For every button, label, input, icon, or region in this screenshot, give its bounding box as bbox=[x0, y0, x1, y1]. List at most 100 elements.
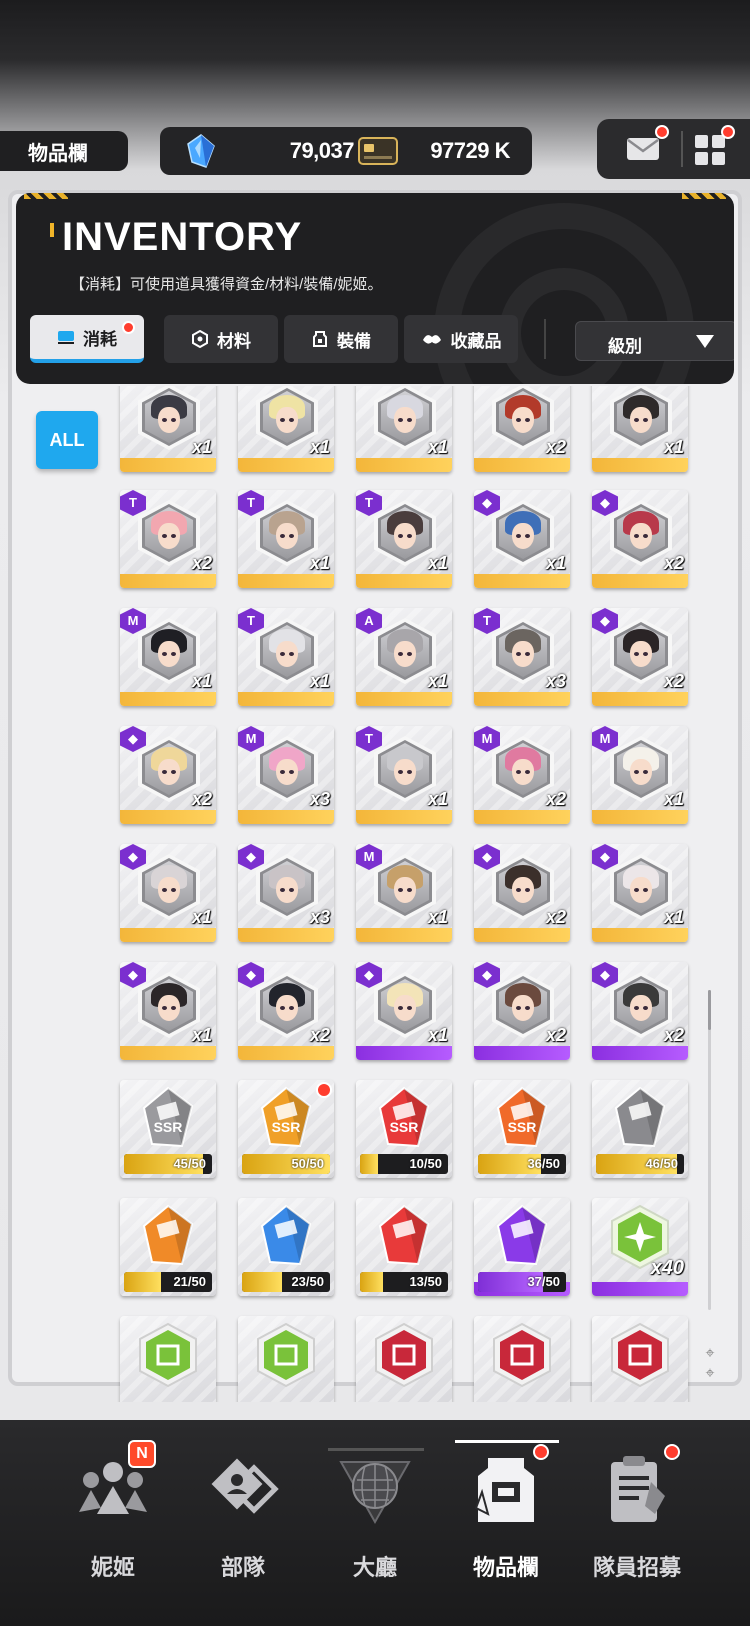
portrait-frame bbox=[492, 736, 554, 802]
portrait-item[interactable]: ◆ x2 bbox=[592, 608, 688, 706]
portrait-eye bbox=[162, 1006, 167, 1010]
rarity-bar bbox=[356, 692, 452, 706]
portrait-eye bbox=[171, 418, 176, 422]
portrait-item[interactable]: Tx1 bbox=[238, 490, 334, 588]
portrait-eye bbox=[516, 652, 521, 656]
portrait-item[interactable]: Mx2 bbox=[474, 726, 570, 824]
portrait-item[interactable]: ◆ x1 bbox=[592, 844, 688, 942]
portrait-item[interactable]: ◆ x2 bbox=[474, 844, 570, 942]
portrait-face bbox=[276, 995, 298, 1021]
item-quantity: x1 bbox=[191, 1025, 212, 1045]
portrait-item[interactable]: ◆ x2 bbox=[238, 962, 334, 1060]
top-bar: 物品欄 79,037 + 97729 K bbox=[0, 0, 750, 190]
portrait-item[interactable]: Mx1 bbox=[592, 726, 688, 824]
nav-lobby[interactable]: 大廳 bbox=[310, 1440, 440, 1580]
portrait-eye bbox=[280, 652, 285, 656]
scrollbar-track[interactable] bbox=[708, 990, 711, 1310]
portrait-item[interactable]: ◆ x1 bbox=[474, 490, 570, 588]
portrait-item[interactable]: ◆ x3 bbox=[238, 844, 334, 942]
portrait-face bbox=[630, 759, 652, 785]
portrait-eye bbox=[516, 770, 521, 774]
portrait-item[interactable]: ◆ x1 bbox=[120, 962, 216, 1060]
rarity-bar bbox=[238, 810, 334, 824]
item-quantity: x2 bbox=[309, 1025, 330, 1045]
fragment-progress-bar: 50/50 bbox=[242, 1154, 330, 1174]
fragment-item[interactable]: SSR 36/50 bbox=[474, 1080, 570, 1178]
fragment-item[interactable]: SSR 50/50 bbox=[238, 1080, 334, 1178]
rarity-bar bbox=[592, 1046, 688, 1060]
fragment-item[interactable]: 46/50 bbox=[592, 1080, 688, 1178]
nav-label: 大廳 bbox=[352, 1555, 397, 1580]
portrait-item[interactable]: x1 bbox=[356, 386, 452, 472]
fragment-item[interactable]: 21/50 bbox=[120, 1198, 216, 1296]
portrait-item[interactable]: Ax1 bbox=[356, 608, 452, 706]
portrait-item[interactable]: ◆ x1 bbox=[120, 844, 216, 942]
portrait-eye bbox=[162, 652, 167, 656]
fragment-item[interactable]: 13/50 bbox=[356, 1198, 452, 1296]
nav-recruit[interactable]: 隊員招募 bbox=[572, 1440, 702, 1580]
portrait-eye bbox=[516, 534, 521, 538]
scroll-arrows-icon[interactable]: ⌖ ⌖ bbox=[700, 1344, 720, 1386]
portrait-eye bbox=[516, 418, 521, 422]
rarity-bar bbox=[474, 1046, 570, 1060]
badge-item[interactable] bbox=[238, 1316, 334, 1402]
fragment-item[interactable]: 23/50 bbox=[238, 1198, 334, 1296]
portrait-item[interactable]: Mx3 bbox=[238, 726, 334, 824]
portrait-eye bbox=[634, 534, 639, 538]
fragment-item[interactable]: x40 bbox=[592, 1198, 688, 1296]
portrait-item[interactable]: Mx1 bbox=[356, 844, 452, 942]
portrait-item[interactable]: Tx2 bbox=[120, 490, 216, 588]
portrait-item[interactable]: x2 bbox=[474, 386, 570, 472]
portrait-item[interactable]: x1 bbox=[592, 386, 688, 472]
portrait-eye bbox=[407, 770, 412, 774]
progress-text: 21/50 bbox=[173, 1274, 206, 1289]
badge-item[interactable] bbox=[120, 1316, 216, 1402]
portrait-frame bbox=[138, 854, 200, 920]
portrait-item[interactable]: ◆ x2 bbox=[592, 962, 688, 1060]
mail-icon[interactable] bbox=[625, 133, 661, 165]
portrait-item[interactable]: ◆ x2 bbox=[120, 726, 216, 824]
sort-dropdown[interactable]: 級別 bbox=[575, 321, 734, 361]
crystal-fragment-icon bbox=[378, 1204, 430, 1266]
portrait-item[interactable]: ◆ x1 bbox=[356, 962, 452, 1060]
portrait-item[interactable]: x1 bbox=[120, 386, 216, 472]
portrait-item[interactable]: Tx3 bbox=[474, 608, 570, 706]
badge-item[interactable] bbox=[592, 1316, 688, 1402]
portrait-item[interactable]: ◆ x2 bbox=[474, 962, 570, 1060]
fragment-item[interactable]: SSR 45/50 bbox=[120, 1080, 216, 1178]
fragment-item[interactable]: 37/50 bbox=[474, 1198, 570, 1296]
tab-material[interactable]: 材料 bbox=[164, 315, 278, 363]
portrait-eye bbox=[634, 770, 639, 774]
fragment-item[interactable]: SSR 10/50 bbox=[356, 1080, 452, 1178]
portrait-frame bbox=[492, 618, 554, 684]
tab-collection[interactable]: 收藏品 bbox=[404, 315, 518, 363]
portrait-item[interactable]: Mx1 bbox=[120, 608, 216, 706]
portrait-item[interactable]: Tx1 bbox=[356, 726, 452, 824]
portrait-eye bbox=[171, 652, 176, 656]
currency-bar: 79,037 + 97729 K bbox=[160, 127, 532, 175]
tab-label: 消耗 bbox=[83, 329, 117, 349]
rarity-label: SSR bbox=[154, 1119, 183, 1135]
menu-grid-icon[interactable] bbox=[693, 133, 727, 167]
scrollbar-thumb[interactable] bbox=[708, 990, 711, 1030]
nav-squad[interactable]: 部隊 bbox=[178, 1440, 308, 1580]
item-quantity: x1 bbox=[309, 437, 330, 457]
filter-all-button[interactable]: ALL bbox=[36, 411, 98, 469]
lobby-icon bbox=[339, 1461, 411, 1525]
badge-item[interactable] bbox=[474, 1316, 570, 1402]
portrait-item[interactable]: ◆ x2 bbox=[592, 490, 688, 588]
rarity-bar bbox=[356, 1046, 452, 1060]
nav-inventory[interactable]: 物品欄 bbox=[441, 1440, 571, 1580]
portrait-item[interactable]: x1 bbox=[238, 386, 334, 472]
nav-nikke[interactable]: N 妮姬 bbox=[48, 1440, 178, 1580]
badge-item[interactable] bbox=[356, 1316, 452, 1402]
tab-consumable[interactable]: 消耗 bbox=[30, 315, 144, 363]
portrait-item[interactable]: Tx1 bbox=[238, 608, 334, 706]
item-quantity: x2 bbox=[545, 789, 566, 809]
portrait-item[interactable]: Tx1 bbox=[356, 490, 452, 588]
portrait-eye bbox=[171, 770, 176, 774]
rarity-bar bbox=[120, 692, 216, 706]
portrait-eye bbox=[289, 770, 294, 774]
tab-equipment[interactable]: 裝備 bbox=[284, 315, 398, 363]
portrait-face bbox=[630, 641, 652, 667]
